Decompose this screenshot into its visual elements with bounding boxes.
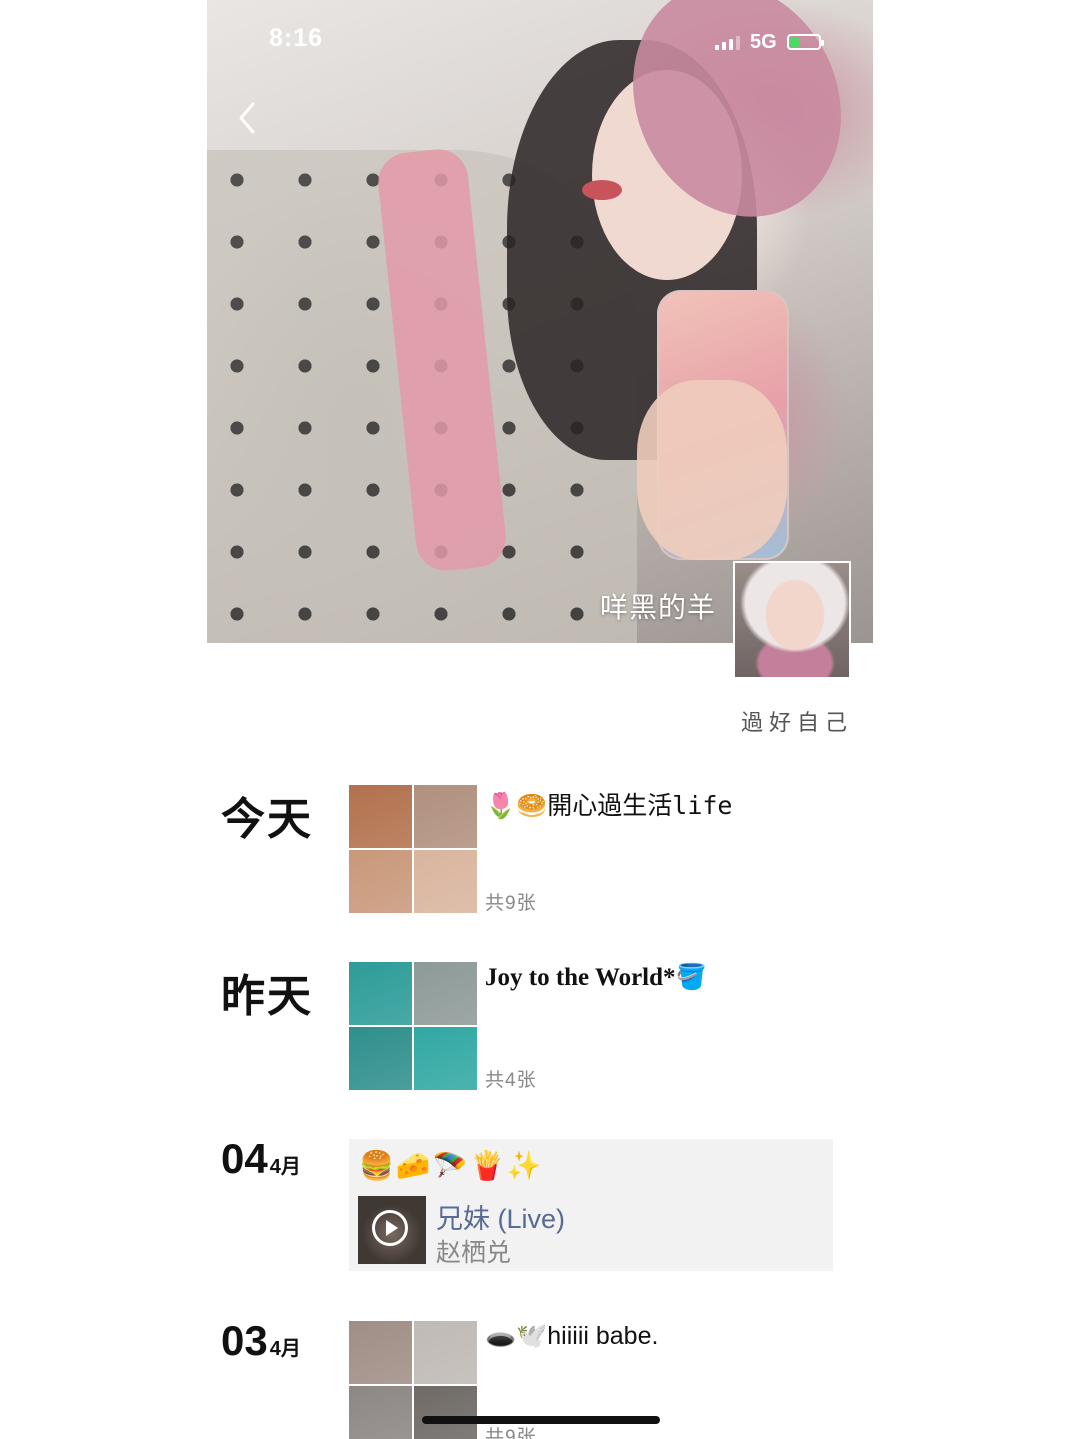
network-label: 5G — [750, 30, 777, 53]
post-title: 🕳️🕊️hiiiii babe. — [485, 1322, 659, 1350]
entry-date-label: 03 4月 — [221, 1317, 301, 1365]
post-title-text: 🌷🥯開心過生活 — [485, 792, 673, 820]
photo-grid[interactable] — [349, 785, 477, 913]
signal-icon — [715, 34, 740, 50]
photo-grid[interactable] — [349, 962, 477, 1090]
profile-nickname: 咩黑的羊 — [600, 592, 717, 623]
cover-photo[interactable]: 8:16 5G 咩黑的羊 — [207, 0, 873, 643]
music-artist: 赵栖兑 — [436, 1239, 512, 1267]
entry-date-label: 04 4月 — [221, 1135, 301, 1183]
entry-month: 4月 — [269, 1156, 301, 1178]
photo-count: 共9张 — [485, 893, 537, 914]
home-indicator[interactable] — [422, 1416, 660, 1424]
entry-date-label: 今天 — [221, 794, 313, 845]
battery-level — [789, 37, 800, 47]
music-share-card[interactable]: 🍔🧀🪂🍟✨ 兄妹 (Live) 赵栖兑 — [349, 1139, 833, 1271]
photo-thumb — [349, 1386, 412, 1439]
cover-hand — [637, 380, 787, 560]
status-indicators: 5G — [715, 30, 824, 54]
music-title: 兄妹 (Live) — [436, 1204, 566, 1234]
photo-thumb — [414, 785, 477, 848]
entry-month: 4月 — [269, 1338, 301, 1360]
photo-thumb — [349, 1321, 412, 1384]
photo-thumb — [349, 785, 412, 848]
photo-thumb — [414, 1386, 477, 1439]
music-cover — [358, 1196, 426, 1264]
entry-day: 04 — [221, 1135, 268, 1182]
entry-date-label: 昨天 — [221, 971, 313, 1022]
cover-lips — [582, 180, 622, 200]
photo-thumb — [349, 962, 412, 1025]
photo-thumb — [414, 962, 477, 1025]
profile-signature: 過好自己 — [740, 710, 853, 735]
photo-count: 共9张 — [485, 1427, 537, 1439]
photo-thumb — [414, 1321, 477, 1384]
photo-thumb — [349, 850, 412, 913]
back-arrow-icon[interactable] — [229, 98, 269, 138]
photo-thumb — [414, 1027, 477, 1090]
play-icon[interactable] — [372, 1210, 408, 1246]
entry-day: 03 — [221, 1317, 268, 1364]
photo-thumb — [349, 1027, 412, 1090]
status-time: 8:16 — [269, 24, 324, 52]
photo-count: 共4张 — [485, 1070, 537, 1091]
post-title: Joy to the World*🪣 — [485, 964, 707, 991]
photo-thumb — [414, 850, 477, 913]
post-title: 🌷🥯開心過生活life — [485, 786, 732, 822]
battery-icon — [786, 34, 824, 50]
post-title: 🍔🧀🪂🍟✨ — [359, 1150, 544, 1181]
post-title-suffix: life — [672, 791, 733, 820]
avatar[interactable] — [733, 561, 851, 679]
profile-page: 8:16 5G 咩黑的羊 過好自己 今天 🌷🥯開心過生活life 共9张 昨天 … — [207, 0, 873, 1439]
